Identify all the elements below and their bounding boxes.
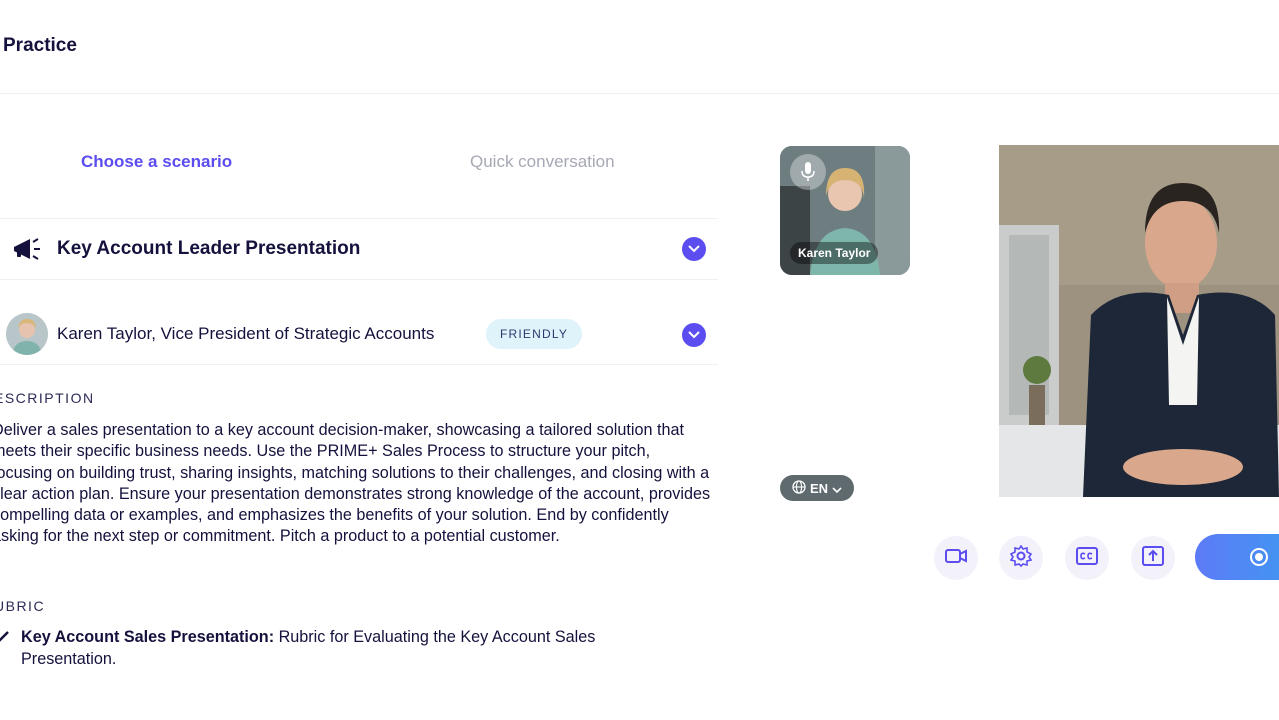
description-label: ESCRIPTION <box>0 390 95 406</box>
persona-name: Karen Taylor, Vice President of Strategi… <box>57 324 435 343</box>
rubric-item-title: Key Account Sales Presentation: <box>21 628 275 646</box>
settings-button[interactable] <box>999 536 1043 580</box>
chevron-down-icon[interactable] <box>682 237 706 261</box>
partner-video <box>999 145 1279 497</box>
rubric-item: Key Account Sales Presentation: Rubric f… <box>0 627 686 670</box>
captions-button[interactable] <box>1065 536 1109 580</box>
chevron-down-icon <box>832 481 842 496</box>
self-name-label: Karen Taylor <box>790 242 879 264</box>
camera-button[interactable] <box>934 536 978 580</box>
tab-choose-scenario[interactable]: Choose a scenario <box>81 152 232 172</box>
record-icon <box>1250 548 1268 566</box>
persona-selector[interactable]: Karen Taylor, Vice President of Strategi… <box>0 279 718 365</box>
top-bar: Practice <box>0 0 1279 94</box>
scenario-selector[interactable]: Key Account Leader Presentation <box>0 218 718 279</box>
page-title: Practice <box>3 35 77 56</box>
scenario-title: Key Account Leader Presentation <box>57 238 361 259</box>
description-text: Deliver a sales presentation to a key ac… <box>0 421 711 546</box>
scenario-tabs: Choose a scenario Quick conversation <box>0 140 720 186</box>
tab-quick-conversation[interactable]: Quick conversation <box>470 152 615 172</box>
camera-icon <box>945 548 967 568</box>
globe-icon <box>792 479 806 497</box>
share-screen-button[interactable] <box>1131 536 1175 580</box>
avatar <box>6 313 48 355</box>
rubric-label: UBRIC <box>0 598 46 614</box>
share-screen-icon <box>1142 545 1164 571</box>
check-icon <box>0 629 10 643</box>
microphone-icon[interactable] <box>790 154 826 190</box>
self-video-tile: Karen Taylor <box>780 146 910 275</box>
status-badge: FRIENDLY <box>486 319 583 349</box>
captions-icon <box>1076 546 1098 570</box>
chevron-down-icon[interactable] <box>682 323 706 347</box>
gear-icon <box>1009 544 1033 572</box>
megaphone-icon <box>12 237 42 261</box>
start-recording-button[interactable] <box>1195 534 1279 580</box>
language-selector[interactable]: EN <box>780 475 854 501</box>
language-label: EN <box>809 480 829 496</box>
